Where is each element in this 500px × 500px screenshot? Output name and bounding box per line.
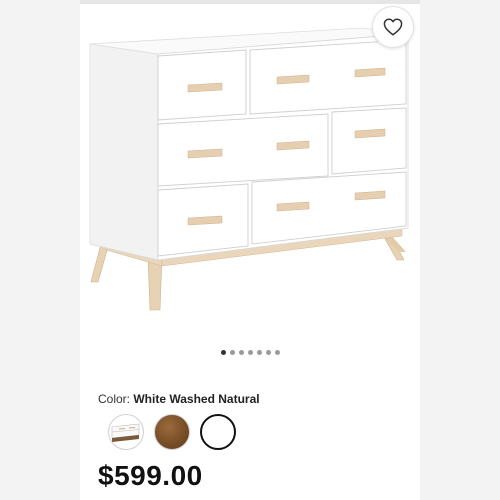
top-border [80, 0, 420, 4]
swatch-walnut[interactable] [154, 414, 190, 450]
swatch-white-selected[interactable] [200, 414, 236, 450]
carousel-dot[interactable] [238, 350, 244, 355]
color-value: White Washed Natural [133, 392, 260, 406]
heart-icon [383, 18, 403, 36]
carousel-dot[interactable] [265, 350, 271, 355]
right-margin [420, 0, 500, 500]
carousel-dots [80, 350, 420, 355]
color-selection: Color: White Washed Natural [98, 392, 260, 406]
carousel-dot[interactable] [220, 350, 226, 355]
color-label: Color: [98, 392, 131, 406]
carousel-dot[interactable] [229, 350, 235, 355]
carousel-dot[interactable] [247, 350, 253, 355]
carousel-dot[interactable] [274, 350, 280, 355]
dresser-illustration [89, 27, 409, 311]
left-margin [0, 0, 80, 500]
dresser-side [89, 43, 159, 261]
drawer [249, 39, 407, 115]
swatch-dresser-thumbnail[interactable] [108, 414, 144, 450]
color-swatches [108, 414, 236, 450]
dresser-thumbnail-icon [111, 423, 140, 442]
carousel-dot[interactable] [256, 350, 262, 355]
drawer [331, 107, 407, 175]
product-price: $599.00 [98, 460, 203, 491]
drawer [157, 113, 329, 187]
favorite-button[interactable] [372, 6, 414, 48]
product-card: Color: White Washed Natural $599.00 [80, 0, 420, 500]
product-image[interactable] [80, 20, 420, 320]
